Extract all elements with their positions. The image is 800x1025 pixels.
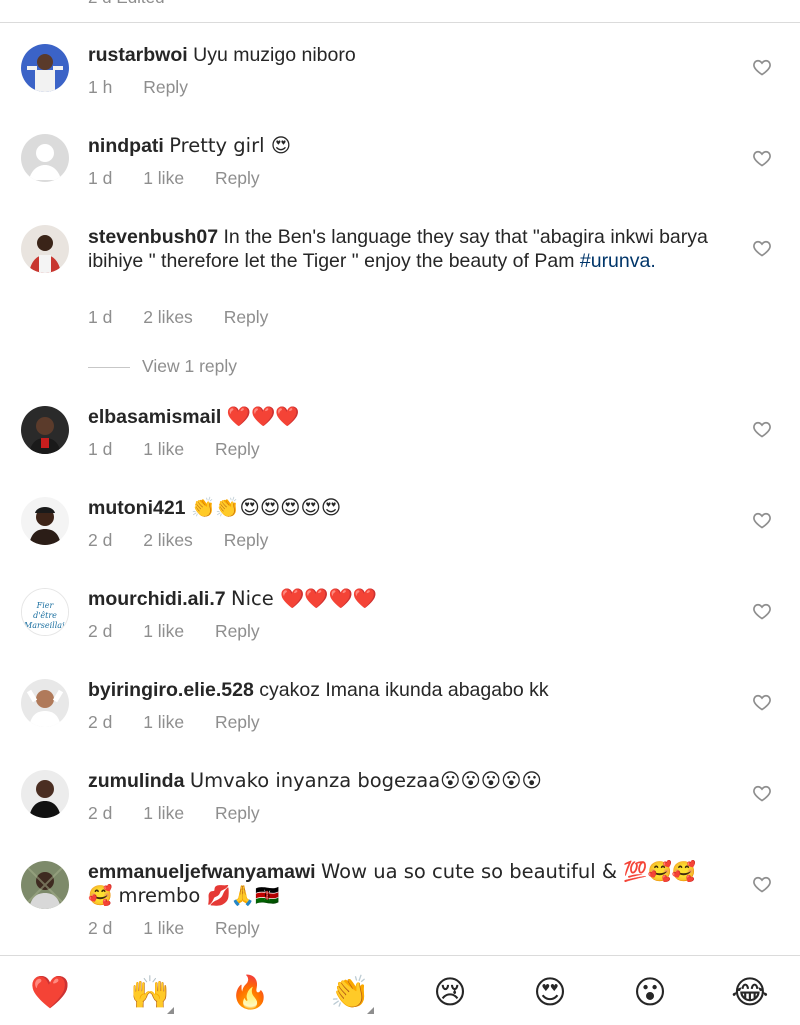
comment-body: Pretty girl 😍	[169, 134, 292, 157]
comment-username[interactable]: mutoni421	[88, 497, 186, 519]
avatar[interactable]	[21, 770, 69, 818]
comment-body: Uyu muzigo niboro	[193, 44, 356, 66]
emoji-reaction-bar: ❤️ 🙌 🔥 👏 😢 😍 😮 😂	[0, 955, 800, 1025]
emoji-fire-button[interactable]: 🔥	[230, 972, 270, 1012]
avatar[interactable]	[21, 44, 69, 92]
reply-button[interactable]: Reply	[215, 621, 260, 642]
comment-username[interactable]: elbasamismail	[88, 406, 221, 428]
like-heart-icon[interactable]	[752, 874, 772, 894]
avatar[interactable]	[21, 134, 69, 182]
likes-count[interactable]: 1 like	[143, 712, 184, 733]
likes-count[interactable]: 1 like	[143, 803, 184, 824]
comment-time: 2 d	[88, 918, 113, 938]
comment-username[interactable]: byiringiro.elie.528	[88, 679, 254, 701]
avatar[interactable]	[21, 225, 69, 273]
emoji-clap-glyph: 👏	[330, 973, 370, 1011]
reply-button[interactable]: Reply	[224, 530, 269, 551]
comment-meta: 2 d 1 like Reply	[88, 621, 260, 642]
comment-text: mutoni421 👏👏😍😍😍😍😍	[88, 496, 718, 520]
reply-button[interactable]: Reply	[215, 168, 260, 189]
comment-body: Umvako inyanza bogezaa😮😮😮😮😮	[189, 769, 542, 792]
comment-meta: 1 d 2 likes Reply	[88, 307, 268, 328]
comment-body: 👏👏😍😍😍😍😍	[190, 496, 342, 519]
comment-text: rustarbwoi Uyu muzigo niboro	[88, 43, 718, 67]
comment-text: byiringiro.elie.528 cyakoz Imana ikunda …	[88, 678, 718, 702]
comment-meta: 2 d 2 likes Reply	[88, 530, 268, 551]
like-heart-icon[interactable]	[752, 601, 772, 621]
like-heart-icon[interactable]	[752, 510, 772, 530]
comment-text: elbasamismail ❤️❤️❤️	[88, 405, 718, 429]
view-replies-divider	[88, 366, 130, 368]
comment-meta: 1 d 1 like Reply	[88, 439, 260, 460]
avatar[interactable]	[21, 679, 69, 727]
comment-meta: 2 d 1 like Reply	[88, 918, 260, 939]
comment-time: 2 d	[88, 712, 113, 732]
emoji-raised-hands-glyph: 🙌	[130, 973, 170, 1011]
likes-count[interactable]: 1 like	[143, 621, 184, 642]
reply-button[interactable]: Reply	[224, 307, 269, 328]
comment-text: nindpati Pretty girl 😍	[88, 134, 718, 158]
likes-count[interactable]: 2 likes	[143, 530, 193, 551]
previous-comment-cutoff: 2 d Edited	[0, 0, 800, 23]
comment-time: 2 d	[88, 530, 113, 550]
emoji-heart-eyes-button[interactable]: 😍	[530, 972, 570, 1012]
avatar[interactable]	[21, 497, 69, 545]
comment-username[interactable]: nindpati	[88, 135, 164, 157]
comment-text: stevenbush07 In the Ben's language they …	[88, 225, 718, 273]
comment-username[interactable]: emmanueljefwanyamawi	[88, 861, 316, 883]
like-heart-icon[interactable]	[752, 692, 772, 712]
emoji-crying-button[interactable]: 😢	[430, 972, 470, 1012]
like-heart-icon[interactable]	[752, 238, 772, 258]
comment-username[interactable]: stevenbush07	[88, 226, 218, 248]
avatar[interactable]	[21, 861, 69, 909]
emoji-raised-hands-button[interactable]: 🙌	[130, 972, 174, 1014]
comment-time: 1 h	[88, 77, 113, 97]
comment-text: mourchidi.ali.7 Nice ❤️❤️❤️❤️	[88, 587, 718, 611]
comment-meta: 2 d 1 like Reply	[88, 712, 260, 733]
emoji-variant-indicator-icon	[167, 1007, 174, 1014]
comment-text: zumulinda Umvako inyanza bogezaa😮😮😮😮😮	[88, 769, 718, 793]
avatar[interactable]: Fier d'être Marseillais	[21, 588, 69, 636]
comment-body: Nice ❤️❤️❤️❤️	[231, 587, 378, 610]
comment-time: 1 d	[88, 439, 113, 459]
likes-count[interactable]: 2 likes	[143, 307, 193, 328]
comment-username[interactable]: mourchidi.ali.7	[88, 588, 226, 610]
emoji-clap-button[interactable]: 👏	[330, 972, 374, 1014]
comment-meta: 1 h Reply	[88, 77, 188, 98]
view-replies-label: View 1 reply	[142, 356, 238, 376]
reply-button[interactable]: Reply	[215, 918, 260, 939]
like-heart-icon[interactable]	[752, 148, 772, 168]
like-heart-icon[interactable]	[752, 783, 772, 803]
avatar[interactable]	[21, 406, 69, 454]
comment-username[interactable]: zumulinda	[88, 770, 184, 792]
comment-meta: 2 d 1 like Reply	[88, 803, 260, 824]
hashtag-link[interactable]: #urunva.	[580, 250, 656, 272]
likes-count[interactable]: 1 like	[143, 168, 184, 189]
previous-comment-meta: 2 d Edited	[88, 0, 165, 8]
comment-meta: 1 d 1 like Reply	[88, 168, 260, 189]
reply-button[interactable]: Reply	[215, 712, 260, 733]
emoji-surprised-button[interactable]: 😮	[630, 972, 670, 1012]
comment-text: emmanueljefwanyamawi Wow ua so cute so b…	[88, 860, 718, 908]
likes-count[interactable]: 1 like	[143, 918, 184, 939]
comment-time: 2 d	[88, 803, 113, 823]
comment-body: ❤️❤️❤️	[226, 405, 300, 428]
emoji-heart-button[interactable]: ❤️	[30, 972, 70, 1012]
emoji-laughing-button[interactable]: 😂	[730, 972, 770, 1012]
comment-time: 1 d	[88, 307, 113, 327]
like-heart-icon[interactable]	[752, 57, 772, 77]
comment-time: 2 d	[88, 621, 113, 641]
view-replies-button[interactable]: View 1 reply	[88, 356, 237, 377]
reply-button[interactable]: Reply	[215, 803, 260, 824]
avatar-caption: Fier d'être Marseillais	[24, 601, 69, 630]
likes-count[interactable]: 1 like	[143, 439, 184, 460]
reply-button[interactable]: Reply	[143, 77, 188, 98]
comment-time: 1 d	[88, 168, 113, 188]
like-heart-icon[interactable]	[752, 419, 772, 439]
emoji-variant-indicator-icon	[367, 1007, 374, 1014]
comment-username[interactable]: rustarbwoi	[88, 44, 188, 66]
comment-body: cyakoz Imana ikunda abagabo kk	[259, 679, 549, 701]
reply-button[interactable]: Reply	[215, 439, 260, 460]
